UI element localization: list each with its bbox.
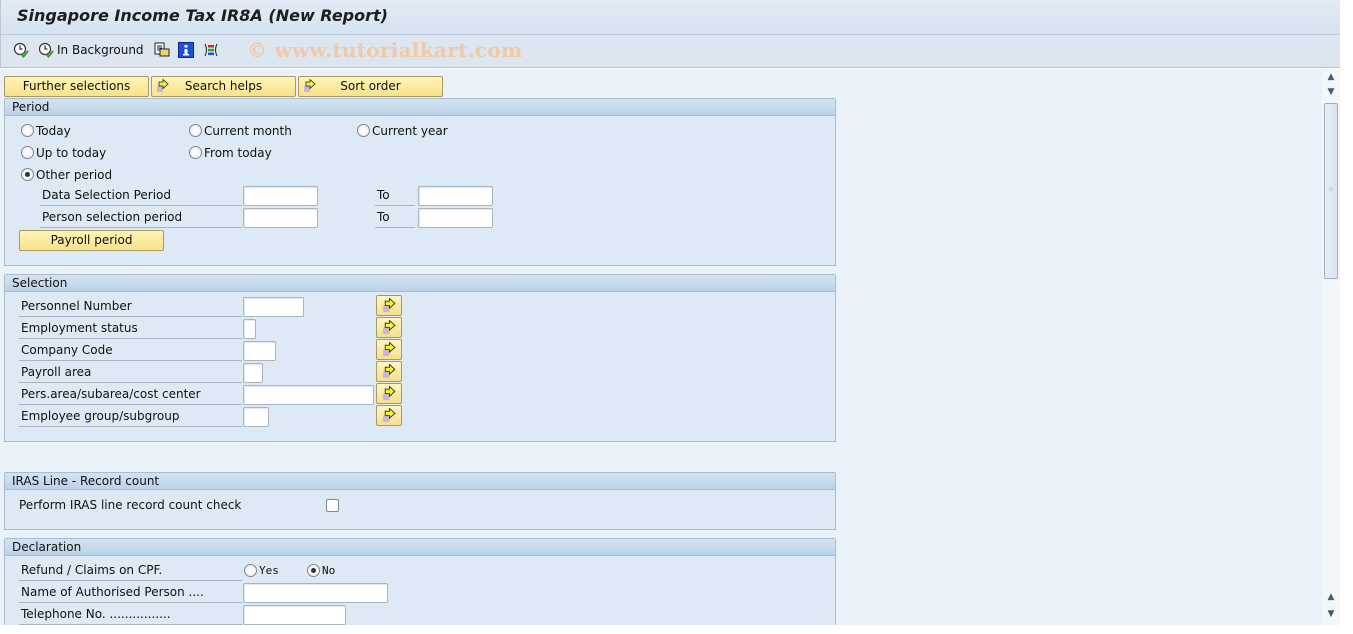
iras-record-count-group: IRAS Line - Record count Perform IRAS li…	[4, 472, 836, 530]
employee-group-input[interactable]	[243, 407, 269, 427]
arrow-right-icon	[383, 386, 396, 400]
search-helps-label: Search helps	[184, 79, 263, 93]
data-selection-to-label: To	[375, 185, 415, 206]
radio-up-to-today[interactable]	[21, 146, 34, 159]
grip-icon: ⁞⁞	[1329, 186, 1333, 193]
personnel-number-multiple-selection-button[interactable]	[376, 295, 402, 316]
telephone-label: Telephone No. ................	[19, 604, 242, 625]
employment-status-label: Employment status	[19, 318, 242, 339]
person-selection-period-label: Person selection period	[40, 207, 242, 228]
radio-current-month-label: Current month	[204, 124, 292, 138]
radio-current-month[interactable]	[189, 124, 202, 137]
arrow-right-icon	[383, 408, 396, 422]
page-title: Singapore Income Tax IR8A (New Report)	[17, 6, 388, 25]
employment-status-multiple-selection-button[interactable]	[376, 317, 402, 338]
scroll-up-icon[interactable]: ▲	[1325, 71, 1337, 83]
watermark: © www.tutorialkart.com	[247, 38, 523, 62]
search-helps-button[interactable]: Search helps	[151, 76, 296, 97]
arrow-right-icon	[383, 298, 396, 312]
person-selection-to-label: To	[375, 207, 415, 228]
pers-area-input[interactable]	[243, 385, 374, 405]
data-selection-from-input[interactable]	[243, 186, 318, 206]
payroll-area-input[interactable]	[243, 363, 263, 383]
radio-from-today-label: From today	[204, 146, 272, 160]
scrollbar-thumb[interactable]: ⁞⁞	[1324, 103, 1338, 279]
declaration-group-title: Declaration	[5, 539, 835, 556]
data-selection-period-label: Data Selection Period	[40, 185, 242, 206]
period-group: Period Today Current month Current year …	[4, 98, 836, 266]
pers-area-label: Pers.area/subarea/cost center	[19, 384, 242, 405]
iras-check-checkbox[interactable]	[326, 499, 339, 512]
payroll-period-label: Payroll period	[50, 233, 133, 247]
authorised-person-input[interactable]	[243, 583, 388, 603]
person-selection-to-input[interactable]	[418, 208, 493, 228]
radio-refund-no[interactable]	[307, 564, 320, 577]
period-group-title: Period	[5, 99, 835, 116]
selection-group: Selection Personnel Number Employment st…	[4, 274, 836, 442]
arrow-right-icon	[383, 320, 396, 334]
sort-order-label: Sort order	[340, 79, 401, 93]
radio-refund-no-label: No	[322, 564, 336, 577]
payroll-area-label: Payroll area	[19, 362, 242, 383]
personnel-number-label: Personnel Number	[19, 296, 242, 317]
title-bar: Singapore Income Tax IR8A (New Report)	[0, 0, 1340, 35]
arrow-right-icon	[383, 342, 396, 356]
in-background-button[interactable]: In Background	[57, 43, 144, 57]
vertical-scrollbar[interactable]: ▲ ▼ ⁞⁞ ▲ ▼	[1322, 69, 1340, 625]
person-selection-from-input[interactable]	[243, 208, 318, 228]
pers-area-multiple-selection-button[interactable]	[376, 383, 402, 404]
iras-check-label: Perform IRAS line record count check	[19, 498, 242, 512]
radio-from-today[interactable]	[189, 146, 202, 159]
arrow-right-icon	[157, 79, 169, 92]
radio-other-period-label: Other period	[36, 168, 113, 182]
execute-icon[interactable]	[13, 42, 29, 58]
selection-screen: Further selections Search helps Sort ord…	[0, 69, 1322, 625]
sort-order-button[interactable]: Sort order	[298, 76, 443, 97]
arrow-right-icon	[304, 79, 316, 92]
employee-group-label: Employee group/subgroup	[19, 406, 242, 427]
payroll-area-multiple-selection-button[interactable]	[376, 361, 402, 382]
status-bar	[0, 625, 1353, 634]
authorised-person-label: Name of Authorised Person ....	[19, 582, 242, 603]
radio-refund-yes-label: Yes	[259, 564, 279, 577]
scroll-page-down-icon[interactable]: ▼	[1325, 608, 1337, 620]
data-selection-to-input[interactable]	[418, 186, 493, 206]
radio-other-period[interactable]	[21, 168, 34, 181]
get-variant-icon[interactable]	[154, 42, 170, 58]
radio-current-year-label: Current year	[372, 124, 448, 138]
radio-up-to-today-label: Up to today	[36, 146, 107, 160]
radio-today-label: Today	[36, 124, 71, 138]
refund-claims-label: Refund / Claims on CPF.	[19, 560, 242, 581]
selection-screen-options-icon[interactable]	[203, 42, 219, 58]
telephone-input[interactable]	[243, 605, 346, 625]
personnel-number-input[interactable]	[243, 297, 304, 317]
selection-group-title: Selection	[5, 275, 835, 292]
scroll-down-icon[interactable]: ▼	[1325, 86, 1337, 98]
further-selections-button[interactable]: Further selections	[4, 76, 149, 97]
scroll-page-up-icon[interactable]: ▲	[1325, 591, 1337, 603]
radio-current-year[interactable]	[357, 124, 370, 137]
employment-status-input[interactable]	[243, 319, 256, 339]
window-edge	[1340, 0, 1353, 634]
arrow-right-icon	[383, 364, 396, 378]
iras-group-title: IRAS Line - Record count	[5, 473, 835, 490]
company-code-multiple-selection-button[interactable]	[376, 339, 402, 360]
company-code-label: Company Code	[19, 340, 242, 361]
payroll-period-button[interactable]: Payroll period	[19, 230, 164, 251]
radio-today[interactable]	[21, 124, 34, 137]
further-selections-label: Further selections	[22, 79, 131, 93]
employee-group-multiple-selection-button[interactable]	[376, 405, 402, 426]
declaration-group: Declaration Refund / Claims on CPF. Yes …	[4, 538, 836, 625]
radio-refund-yes[interactable]	[244, 564, 257, 577]
company-code-input[interactable]	[243, 341, 276, 361]
execute-background-icon[interactable]	[38, 42, 54, 58]
program-documentation-icon[interactable]	[178, 42, 194, 58]
application-toolbar: In Background © www.tutorialkart.com	[0, 35, 1340, 68]
